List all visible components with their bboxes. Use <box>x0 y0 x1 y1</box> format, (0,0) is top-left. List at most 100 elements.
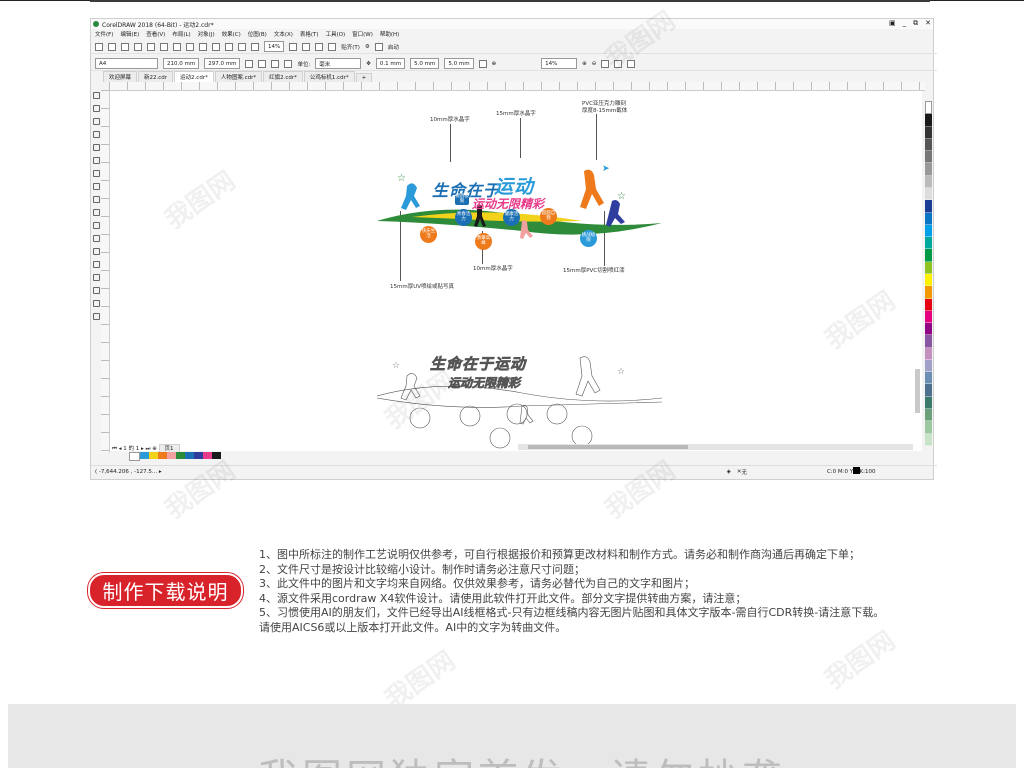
add-tool-icon[interactable] <box>92 313 100 320</box>
vertical-ruler[interactable] <box>101 90 110 453</box>
new-document-icon[interactable] <box>95 42 103 51</box>
menu-file[interactable]: 文件(F) <box>95 30 113 38</box>
current-page-icon[interactable] <box>284 59 293 68</box>
artistic-media-tool-icon[interactable] <box>92 157 100 164</box>
tab-doc4[interactable]: 红旗2.cdr* <box>263 71 303 82</box>
import-icon[interactable] <box>225 42 233 51</box>
swatch[interactable] <box>149 452 158 459</box>
vertical-scrollbar[interactable] <box>915 369 920 413</box>
duplicate-y-field[interactable]: 5.0 mm <box>444 58 474 69</box>
page-height-field[interactable]: 297.0 mm <box>204 58 241 69</box>
zoom-level-select[interactable]: 14% <box>264 41 285 52</box>
menu-object[interactable]: 对象(J) <box>198 30 215 38</box>
add-page-icon[interactable]: ⊕ <box>492 61 497 67</box>
minimize-button[interactable]: _ <box>903 19 907 28</box>
swatch[interactable] <box>925 200 932 213</box>
menu-tools[interactable]: 工具(O) <box>326 30 346 38</box>
menu-window[interactable]: 窗口(W) <box>352 30 373 38</box>
show-grid-icon[interactable] <box>315 42 324 51</box>
new-tab-button[interactable]: + <box>355 73 373 82</box>
publish-pdf-icon[interactable] <box>251 42 259 51</box>
tab-doc1[interactable]: 新22.cdr <box>138 71 174 82</box>
parallel-dimension-tool-icon[interactable] <box>92 222 100 229</box>
swatch[interactable] <box>212 452 221 459</box>
interactive-fill-tool-icon[interactable] <box>92 287 100 294</box>
treat-as-filled-icon[interactable] <box>478 59 487 68</box>
transparency-tool-icon[interactable] <box>92 261 100 268</box>
page-width-field[interactable]: 210.0 mm <box>163 58 200 69</box>
zoom-level-field[interactable]: 14% <box>541 58 578 69</box>
text-tool-icon[interactable] <box>92 209 100 216</box>
zoom-to-page-icon[interactable] <box>614 59 623 68</box>
zoom-to-width-icon[interactable] <box>627 59 636 68</box>
nudge-distance-field[interactable]: 0.1 mm <box>375 58 406 69</box>
swatch[interactable] <box>925 335 932 348</box>
swatch[interactable] <box>925 138 932 152</box>
save-icon[interactable] <box>121 42 129 51</box>
zoom-to-selected-icon[interactable] <box>601 59 610 68</box>
polygon-tool-icon[interactable] <box>92 196 100 203</box>
menu-layout[interactable]: 布局(L) <box>172 30 190 38</box>
horizontal-scrollbar[interactable] <box>518 444 913 450</box>
tab-doc5[interactable]: 公鸡标机1.cdr* <box>303 71 355 82</box>
connector-tool-icon[interactable] <box>92 235 100 242</box>
menu-table[interactable]: 表格(T) <box>300 30 319 38</box>
swatch[interactable] <box>925 187 932 201</box>
tab-doc-active[interactable]: 运动2.cdr* <box>174 71 214 82</box>
application-launcher-icon[interactable] <box>374 42 383 51</box>
horizontal-ruler[interactable] <box>109 82 925 91</box>
copy-icon[interactable] <box>160 42 168 51</box>
swatch[interactable] <box>925 224 932 238</box>
swatch[interactable] <box>925 384 932 397</box>
freehand-tool-icon[interactable] <box>92 144 100 151</box>
drop-shadow-tool-icon[interactable] <box>92 248 100 255</box>
maximize-button[interactable]: ⧉ <box>913 19 918 28</box>
all-pages-icon[interactable] <box>271 59 280 68</box>
swatch[interactable] <box>925 163 932 176</box>
swatch[interactable] <box>194 452 203 459</box>
swatch[interactable] <box>140 452 149 459</box>
swatch[interactable] <box>925 347 932 360</box>
open-icon[interactable] <box>108 42 116 51</box>
swatch[interactable] <box>925 261 932 274</box>
swatch[interactable] <box>925 359 932 373</box>
menu-edit[interactable]: 编辑(E) <box>120 30 139 38</box>
swatch[interactable] <box>925 175 932 188</box>
export-icon[interactable] <box>238 42 246 51</box>
swatch[interactable] <box>925 126 932 139</box>
smart-fill-tool-icon[interactable] <box>92 300 100 307</box>
tab-doc3[interactable]: 人物图案.cdr* <box>214 71 263 82</box>
zoom-tool-icon[interactable] <box>92 131 100 138</box>
ellipse-tool-icon[interactable] <box>92 183 100 190</box>
launch-menu[interactable]: 启动 <box>388 43 399 51</box>
cut-icon[interactable] <box>147 42 155 51</box>
drawing-canvas[interactable]: 10mm厚水晶字 15mm厚水晶字 PVC亚压克力雕刻 厚度8-15mm截体 1… <box>110 91 922 451</box>
swatch[interactable] <box>925 323 932 336</box>
swatch[interactable] <box>925 310 932 324</box>
swatch[interactable] <box>925 286 932 299</box>
show-rulers-icon[interactable] <box>302 42 311 51</box>
zoom-in-icon[interactable]: ⊕ <box>582 61 587 67</box>
crop-tool-icon[interactable] <box>92 118 100 125</box>
paper-size-select[interactable]: A4 <box>95 58 158 69</box>
swatch[interactable] <box>925 114 932 127</box>
swatch[interactable] <box>925 396 932 410</box>
menu-view[interactable]: 查看(V) <box>146 30 165 38</box>
swatch[interactable] <box>925 298 932 311</box>
close-button[interactable]: ✕ <box>925 19 931 28</box>
full-screen-icon[interactable] <box>289 42 298 51</box>
snap-to-menu[interactable]: 贴齐(T) <box>341 43 360 51</box>
swatch[interactable] <box>203 452 212 459</box>
swatch[interactable] <box>176 452 185 459</box>
swatch[interactable] <box>925 433 932 446</box>
menu-effects[interactable]: 效果(C) <box>222 30 241 38</box>
swatch-white[interactable] <box>925 101 932 115</box>
scrollbar-thumb[interactable] <box>528 445 688 449</box>
swatch[interactable] <box>158 452 167 459</box>
portrait-icon[interactable] <box>245 59 254 68</box>
units-select[interactable]: 毫米 <box>315 58 362 69</box>
first-page-icon[interactable]: ⏮ <box>112 446 117 452</box>
shape-tool-icon[interactable] <box>92 105 100 112</box>
paste-icon[interactable] <box>173 42 181 51</box>
eyedropper-tool-icon[interactable] <box>92 274 100 281</box>
